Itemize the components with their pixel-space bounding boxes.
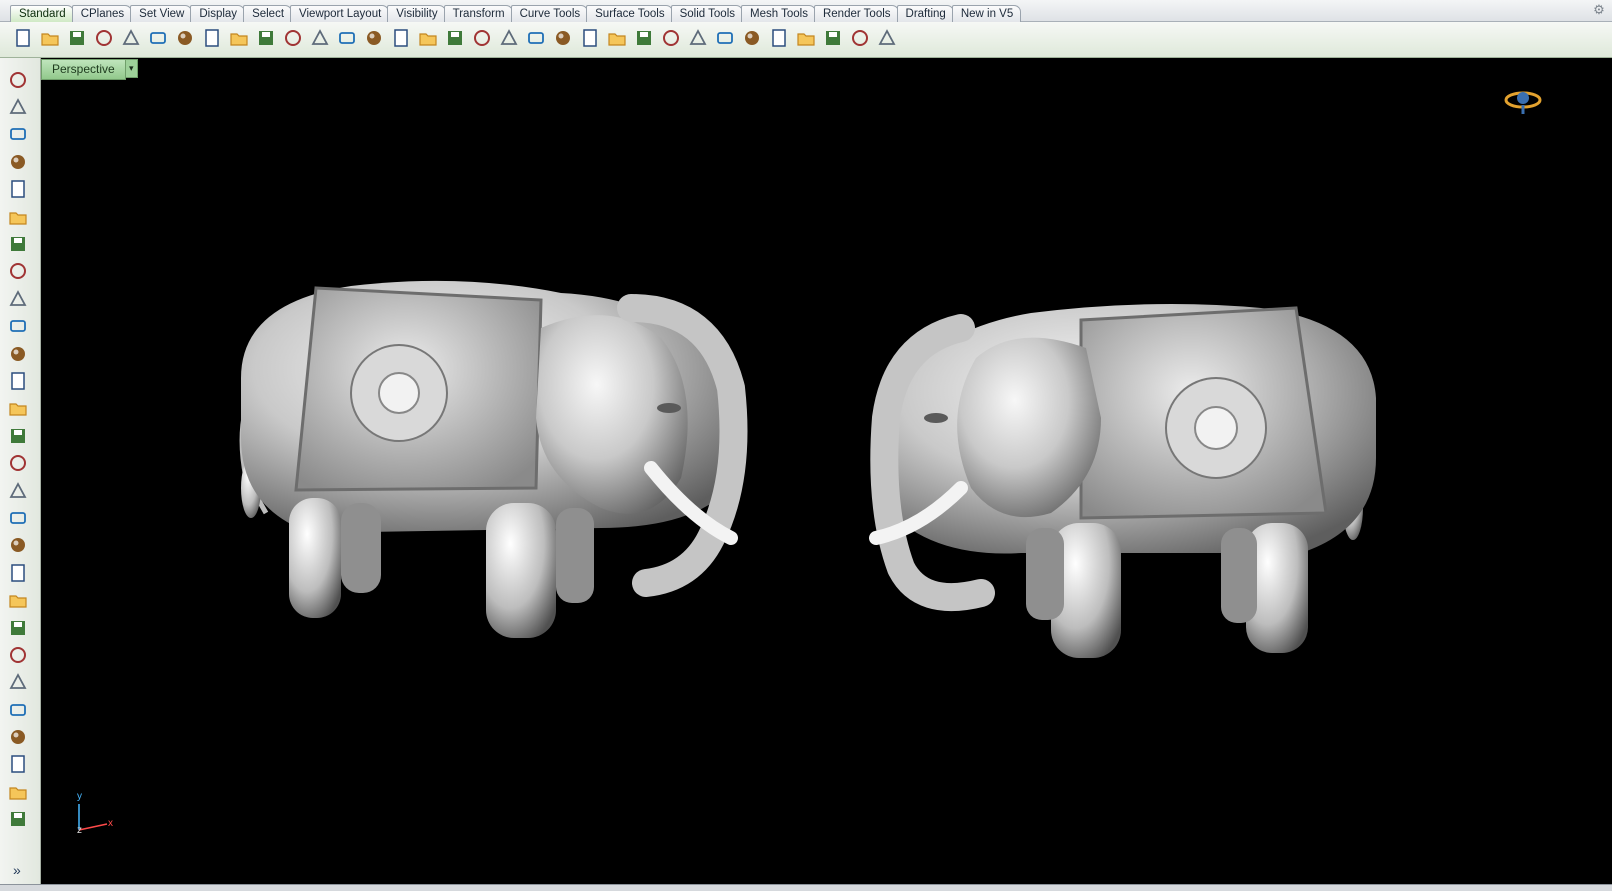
explode-icon[interactable] (5, 532, 31, 559)
tab-visibility[interactable]: Visibility (387, 5, 446, 22)
zoom-window-icon[interactable] (334, 24, 359, 51)
axis-z-label: z (77, 825, 82, 836)
tab-curve-tools[interactable]: Curve Tools (510, 5, 589, 22)
toolbar-buttons (10, 24, 899, 51)
undo-view-icon[interactable] (415, 24, 440, 51)
car-icon[interactable] (469, 24, 494, 51)
tab-transform[interactable]: Transform (443, 5, 513, 22)
point-icon[interactable] (5, 93, 31, 120)
gear-mechanism-icon[interactable] (5, 504, 31, 531)
viewport-scene (78, 91, 1542, 831)
circle-select-icon[interactable] (523, 24, 548, 51)
eye-icon[interactable] (496, 24, 521, 51)
axis-indicator (78, 804, 108, 831)
tab-cplanes[interactable]: CPlanes (71, 5, 133, 22)
perspective-viewport[interactable]: Perspective ▾ y x z (41, 58, 1612, 884)
tab-set-view[interactable]: Set View (130, 5, 193, 22)
tab-standard[interactable]: Standard (10, 5, 74, 22)
undo-icon[interactable] (226, 24, 251, 51)
dimension-icon[interactable] (820, 24, 845, 51)
settings-gear-icon[interactable] (793, 24, 818, 51)
pan-hand-icon[interactable] (253, 24, 278, 51)
viewport-title[interactable]: Perspective (41, 59, 126, 80)
array-icon[interactable] (5, 778, 31, 805)
scale-icon[interactable] (5, 751, 31, 778)
save-icon[interactable] (64, 24, 89, 51)
viewport-menu-dropdown-icon[interactable]: ▾ (125, 59, 138, 78)
polyline-icon[interactable] (5, 121, 31, 148)
properties-icon[interactable] (550, 24, 575, 51)
tab-mesh-tools[interactable]: Mesh Tools (741, 5, 816, 22)
offset-curve-icon[interactable] (5, 696, 31, 723)
circle-icon[interactable] (5, 176, 31, 203)
tab-viewport-layout[interactable]: Viewport Layout (290, 5, 390, 22)
color-wheel-icon[interactable] (658, 24, 683, 51)
rectangle-icon[interactable] (5, 258, 31, 285)
more-tools-icon[interactable]: » (13, 862, 21, 878)
polygon-icon[interactable] (5, 230, 31, 257)
help-icon[interactable] (847, 24, 872, 51)
open-folder-icon[interactable] (37, 24, 62, 51)
lightbulb-icon[interactable] (577, 24, 602, 51)
axis-y-label: y (77, 791, 82, 802)
curve-icon[interactable] (5, 148, 31, 175)
ellipse-icon[interactable] (5, 203, 31, 230)
tab-options-icon[interactable]: ⚙ (1592, 3, 1606, 17)
cylinder-icon[interactable] (5, 449, 31, 476)
copy-icon[interactable] (172, 24, 197, 51)
fillet-curve-icon[interactable] (5, 313, 31, 340)
tab-drafting[interactable]: Drafting (896, 5, 954, 22)
axis-x-label: x (108, 818, 113, 829)
paste-icon[interactable] (199, 24, 224, 51)
four-viewports-icon[interactable] (442, 24, 467, 51)
tab-solid-tools[interactable]: Solid Tools (670, 5, 743, 22)
tab-new-in-v5[interactable]: New in V5 (951, 5, 1022, 22)
zoom-selected-icon[interactable] (388, 24, 413, 51)
elephant-model-left[interactable] (239, 280, 748, 638)
zoom-extents-icon[interactable] (361, 24, 386, 51)
tab-display[interactable]: Display (190, 5, 246, 22)
extrude-surface-icon[interactable] (5, 477, 31, 504)
rendered-sphere-icon[interactable] (712, 24, 737, 51)
surface-points-icon[interactable] (5, 340, 31, 367)
tab-strip: Standard CPlanes Set View Display Select View… (10, 3, 1022, 22)
box-solid-icon[interactable] (5, 395, 31, 422)
zoom-dynamic-icon[interactable] (307, 24, 332, 51)
surface-patch-icon[interactable] (5, 367, 31, 394)
lock-icon[interactable] (604, 24, 629, 51)
select-arrow-icon[interactable] (5, 66, 31, 93)
polygon-star-icon[interactable] (5, 285, 31, 312)
layers-icon[interactable] (631, 24, 656, 51)
rotate-view-icon[interactable] (280, 24, 305, 51)
viewport-title-tab[interactable]: Perspective ▾ (41, 59, 138, 80)
left-toolbar-buttons (5, 66, 31, 833)
group-icon[interactable] (5, 641, 31, 668)
split-icon[interactable] (5, 586, 31, 613)
sphere-union-icon[interactable] (5, 422, 31, 449)
import-icon[interactable] (118, 24, 143, 51)
new-file-icon[interactable] (10, 24, 35, 51)
navigation-gizmo-icon[interactable] (1504, 91, 1542, 114)
standard-toolbar (0, 22, 1612, 58)
edit-icon[interactable] (5, 806, 31, 833)
shaded-sphere-icon[interactable] (685, 24, 710, 51)
blue-sphere-icon[interactable] (739, 24, 764, 51)
render-flag-icon[interactable] (766, 24, 791, 51)
arc-icon[interactable] (5, 669, 31, 696)
trim-icon[interactable] (5, 559, 31, 586)
tab-surface-tools[interactable]: Surface Tools (586, 5, 673, 22)
elephant-model-right[interactable] (869, 304, 1376, 658)
text-icon[interactable] (5, 723, 31, 750)
tab-select[interactable]: Select (243, 5, 293, 22)
boolean-icon[interactable] (5, 614, 31, 641)
tools-icon[interactable] (874, 24, 899, 51)
tab-render-tools[interactable]: Render Tools (813, 5, 899, 22)
print-icon[interactable] (91, 24, 116, 51)
cut-icon[interactable] (145, 24, 170, 51)
toolbar-tab-bar: Standard CPlanes Set View Display Select View… (0, 0, 1612, 22)
main-left-toolbar: » (0, 58, 41, 890)
